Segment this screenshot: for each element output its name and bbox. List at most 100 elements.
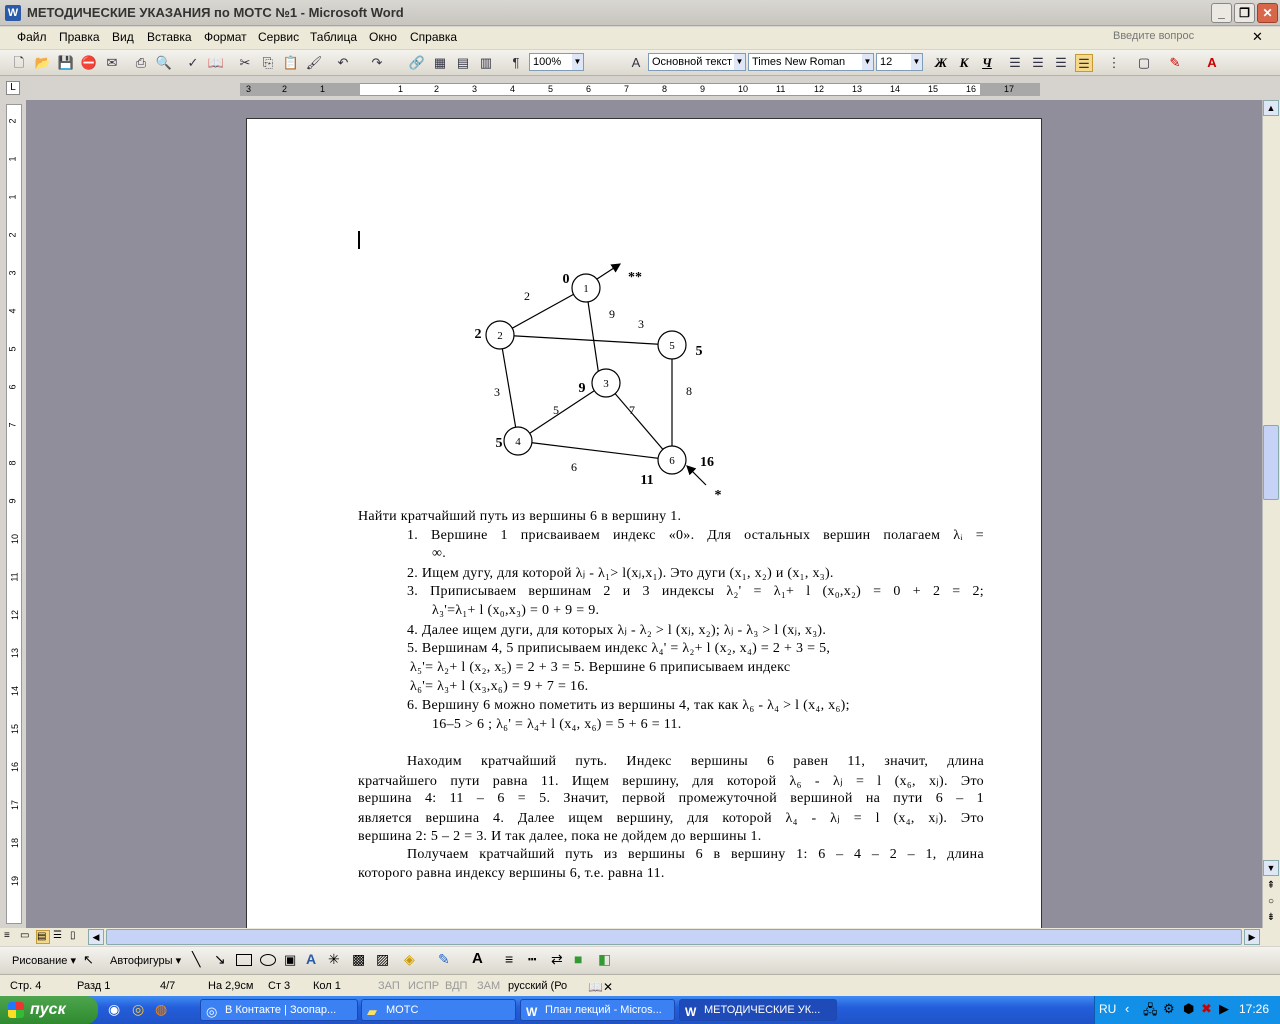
zoom-select[interactable]: 100% ▼ [529,53,584,71]
hyperlink-icon[interactable]: 🔗 [408,54,426,72]
quicklaunch-ie-icon[interactable]: ◉ [108,1001,120,1018]
font-size-select[interactable]: 12 ▼ [876,53,923,71]
status-record[interactable]: ЗАП [378,980,400,992]
styles-pane-icon[interactable]: A [627,54,645,72]
task-metod-ukazaniya[interactable]: W МЕТОДИЧЕСКИЕ УК... [679,999,837,1021]
style-select[interactable]: Основной текст ▼ [648,53,746,71]
copy-icon[interactable]: ⎘ [259,54,277,72]
start-button[interactable]: пуск [0,996,98,1024]
next-page-icon[interactable]: ⇟ [1263,912,1279,926]
align-right-icon[interactable]: ☰ [1052,54,1070,72]
arrow-style-icon[interactable]: ⇄ [551,951,563,968]
arrow-icon[interactable]: ↘ [214,951,226,968]
select-objects-icon[interactable]: ↖ [83,952,94,968]
media-player-icon[interactable]: ▶ [1219,1001,1229,1017]
scroll-up-icon[interactable]: ▲ [1263,100,1279,116]
autoshapes-menu[interactable]: Автофигуры ▾ [110,954,181,967]
task-plan-lekcij[interactable]: W План лекций - Micros... [520,999,675,1021]
quicklaunch-firefox-icon[interactable]: ◍ [155,1001,167,1018]
scroll-thumb[interactable] [1263,425,1279,500]
wordart-icon[interactable]: A [306,951,316,967]
menu-view[interactable]: Вид [112,30,134,44]
menu-edit[interactable]: Правка [59,30,100,44]
vertical-scrollbar[interactable]: ▲ ▼ ⇞ ○ ⇟ [1262,100,1280,928]
format-painter-icon[interactable]: 🖌 [305,54,323,72]
quicklaunch-chrome-icon[interactable]: ◎ [132,1001,144,1018]
menu-format[interactable]: Формат [204,30,247,44]
research-icon[interactable]: 📖 [207,54,225,72]
insert-table-icon[interactable]: ▤ [454,54,472,72]
spelling-icon[interactable]: ✓ [184,54,202,72]
antivirus-icon[interactable]: ⬢ [1183,1001,1194,1017]
menu-insert[interactable]: Вставка [147,30,192,44]
oval-icon[interactable] [260,954,276,966]
shadow-icon[interactable]: ■ [574,951,582,967]
font-color-draw-icon[interactable]: A [472,950,483,967]
fill-color-icon[interactable]: ◈ [404,951,415,968]
new-document-icon[interactable]: 🗋 [10,54,28,72]
highlight-icon[interactable]: ✎ [1166,54,1184,72]
insert-excel-icon[interactable]: ▥ [477,54,495,72]
select-browse-icon[interactable]: ○ [1263,896,1279,910]
menu-window[interactable]: Окно [369,30,397,44]
line-style-icon[interactable]: ≡ [505,951,513,967]
network-icon[interactable]: 🖧 [1143,1001,1158,1023]
clipart-icon[interactable]: ▩ [352,951,365,968]
permission-icon[interactable]: ⛔ [80,54,98,72]
dash-style-icon[interactable]: ┅ [528,951,536,968]
menu-tools[interactable]: Сервис [258,30,299,44]
diagram-icon[interactable]: ✳ [328,951,340,968]
prev-page-icon[interactable]: ⇞ [1263,880,1279,894]
cut-icon[interactable]: ✂ [236,54,254,72]
print-icon[interactable]: ⎙ [132,54,150,72]
print-layout-icon[interactable]: ▤ [36,930,50,944]
hscroll-thumb[interactable] [106,929,1242,945]
open-folder-icon[interactable]: 📂 [34,54,52,72]
tables-borders-icon[interactable]: ▦ [431,54,449,72]
menu-help[interactable]: Справка [410,30,457,44]
save-icon[interactable]: 💾 [57,54,75,72]
bullets-icon[interactable]: ⋮ [1105,54,1123,72]
scroll-left-icon[interactable]: ◀ [88,929,104,945]
justify-icon[interactable]: ☰ [1075,54,1093,72]
menu-table[interactable]: Таблица [310,30,357,44]
help-close-icon[interactable]: ✕ [1252,29,1263,45]
tray-expand-icon[interactable]: ‹ [1125,1001,1129,1016]
paste-icon[interactable]: 📋 [282,54,300,72]
borders-icon[interactable]: ▢ [1135,54,1153,72]
line-color-icon[interactable]: ✎ [438,951,450,968]
email-icon[interactable]: ✉ [103,54,121,72]
line-icon[interactable]: ╲ [192,951,200,968]
align-center-icon[interactable]: ☰ [1029,54,1047,72]
print-preview-icon[interactable]: 🔍 [155,54,173,72]
help-search-input[interactable]: Введите вопрос [1113,30,1253,46]
normal-view-icon[interactable]: ≡ [4,930,18,944]
spelling-status-icon[interactable]: 📖✕ [588,980,613,994]
underline-button[interactable]: Ч [977,54,997,72]
menu-file[interactable]: Файл [17,30,47,44]
font-color-icon[interactable]: A [1203,54,1221,72]
textbox-icon[interactable]: ▣ [284,952,296,968]
language-indicator[interactable]: RU [1099,1002,1116,1016]
outline-view-icon[interactable]: ☰ [53,930,67,944]
web-view-icon[interactable]: ▭ [20,930,34,944]
drawing-menu[interactable]: Рисование ▾ [12,954,76,967]
scroll-right-icon[interactable]: ▶ [1244,929,1260,945]
restore-button[interactable]: ❐ [1234,3,1255,23]
rectangle-icon[interactable] [236,954,252,966]
tab-stop-selector[interactable]: L [6,81,20,95]
tray-app-icon[interactable]: ⚙ [1163,1001,1175,1017]
status-track-changes[interactable]: ИСПР [408,980,439,992]
minimize-button[interactable]: _ [1211,3,1232,23]
task-vkontakte[interactable]: ◎ В Контакте | Зоопар... [200,999,358,1021]
close-button[interactable]: ✕ [1257,3,1278,23]
scroll-down-icon[interactable]: ▼ [1263,860,1279,876]
bold-button[interactable]: Ж [931,54,951,72]
3d-icon[interactable]: ◧ [598,951,611,968]
task-mots-folder[interactable]: ▰ МОТС [361,999,516,1021]
status-overtype[interactable]: ЗАМ [477,980,500,992]
tray-security-icon[interactable]: ✖ [1201,1001,1212,1017]
font-select[interactable]: Times New Roman ▼ [748,53,874,71]
undo-icon[interactable]: ↶ [334,54,352,72]
italic-button[interactable]: К [954,54,974,72]
